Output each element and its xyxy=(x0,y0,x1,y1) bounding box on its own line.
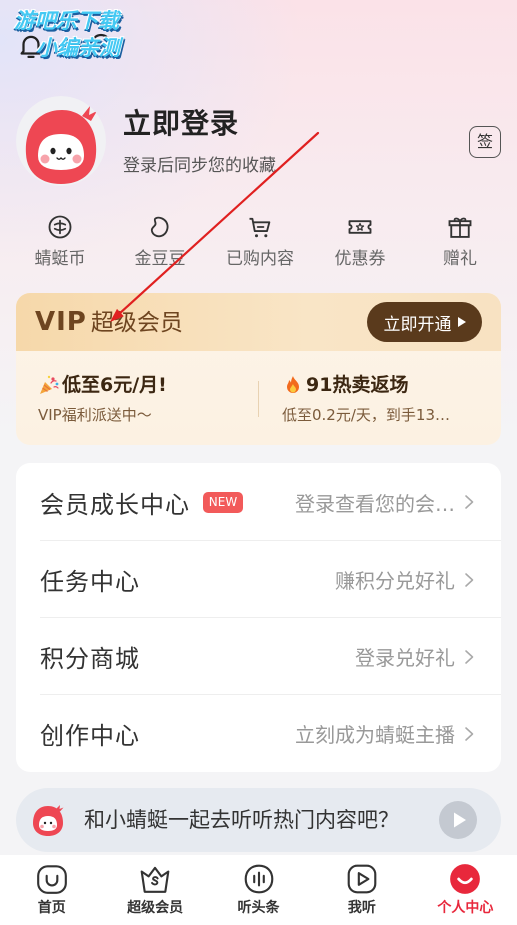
nav-label: 首页 xyxy=(37,900,66,916)
my-listen-icon xyxy=(347,864,377,894)
promo-divider xyxy=(258,381,259,417)
quick-link-purchased[interactable]: 已购内容 xyxy=(210,213,310,270)
chevron-right-icon xyxy=(465,726,474,741)
nav-profile[interactable]: 个人中心 xyxy=(414,855,517,925)
discover-banner[interactable]: 和小蜻蜓一起去听听热门内容吧？ xyxy=(16,788,501,852)
promo-desc: VIP福利派送中～ xyxy=(38,406,152,424)
profile-icon xyxy=(450,864,481,894)
promo-desc: 低至0.2元/天，到手13… xyxy=(282,406,450,424)
mascot-icon xyxy=(33,805,64,836)
vip-promo-monthly[interactable]: 低至6元/月! VIP福利派送中～ xyxy=(38,371,167,426)
new-badge: NEW xyxy=(203,491,243,513)
watermark-line-1: 游吧乐下载 xyxy=(14,9,119,33)
quick-link-label: 蜻蜓币 xyxy=(34,249,86,269)
promo-title: 91热卖返场 xyxy=(306,374,409,396)
nav-headlines[interactable]: 听头条 xyxy=(207,855,310,925)
nav-label: 听头条 xyxy=(237,900,280,916)
menu-hint: 登录兑好礼 xyxy=(355,646,455,670)
login-title[interactable]: 立即登录 xyxy=(123,104,239,144)
vip-open-label: 立即开通 xyxy=(383,314,452,335)
menu-label: 积分商城 xyxy=(40,645,140,673)
avatar[interactable] xyxy=(16,96,106,186)
menu-row-points-mall[interactable]: 积分商城 登录兑好礼 xyxy=(16,618,501,695)
mascot-avatar-icon xyxy=(16,96,106,186)
login-subtitle: 登录后同步您的收藏 xyxy=(123,156,276,176)
vip-crown-icon xyxy=(140,866,170,893)
promo-title-row: 91热卖返场 xyxy=(282,371,450,399)
menu-label: 创作中心 xyxy=(40,722,140,750)
play-button[interactable] xyxy=(439,801,477,839)
chevron-right-icon xyxy=(465,572,474,587)
quick-link-beans[interactable]: 金豆豆 xyxy=(110,213,210,270)
chevron-right-icon xyxy=(465,495,474,509)
quick-link-label: 优惠券 xyxy=(334,249,386,269)
nav-my-listen[interactable]: 我听 xyxy=(310,855,413,925)
gift-icon xyxy=(448,217,472,238)
nav-home[interactable]: 首页 xyxy=(0,855,103,925)
menu-card: 会员成长中心 NEW 登录查看您的会… 任务中心 赚积分兑好礼 积分商城 登录兑… xyxy=(16,463,501,772)
quick-links: 蜻蜓币 金豆豆 已购内容 优惠券 赠礼 xyxy=(10,213,510,270)
home-icon xyxy=(36,865,67,894)
quick-link-label: 金豆豆 xyxy=(134,249,186,269)
nav-label: 个人中心 xyxy=(437,900,494,916)
nav-super-vip[interactable]: 超级会员 xyxy=(103,855,206,925)
vip-card[interactable]: VIP 超级会员 立即开通 低至6元/月! VIP福利派送中～ 91热卖返场 低… xyxy=(16,293,501,445)
vip-badge: VIP xyxy=(35,307,87,337)
caret-right-icon xyxy=(457,317,466,327)
vip-header: VIP 超级会员 立即开通 xyxy=(16,293,501,351)
promo-title-row: 低至6元/月! xyxy=(38,371,167,399)
dragonfly-coin-icon xyxy=(48,215,72,239)
quick-link-coupons[interactable]: 优惠券 xyxy=(310,213,410,270)
menu-row-creator-center[interactable]: 创作中心 立刻成为蜻蜓主播 xyxy=(16,695,501,772)
menu-hint: 登录查看您的会… xyxy=(295,491,455,516)
quick-link-dragonfly-coin[interactable]: 蜻蜓币 xyxy=(10,213,110,270)
promo-title: 低至6元/月! xyxy=(62,374,167,396)
play-icon xyxy=(439,801,477,839)
nav-label: 超级会员 xyxy=(127,900,184,916)
menu-row-growth-center[interactable]: 会员成长中心 NEW 登录查看您的会… xyxy=(16,463,501,541)
chevron-right-icon xyxy=(465,649,474,664)
watermark-line-2: 小编亲测 xyxy=(36,36,120,60)
cart-icon xyxy=(249,217,271,238)
vip-title: 超级会员 xyxy=(90,310,183,336)
headline-icon xyxy=(244,864,273,894)
quick-link-label: 赠礼 xyxy=(443,249,477,269)
nav-label: 我听 xyxy=(347,900,376,916)
quick-link-label: 已购内容 xyxy=(226,249,294,269)
bottom-nav: 首页 超级会员 听头条 我听 个人中心 xyxy=(0,855,517,925)
menu-row-task-center[interactable]: 任务中心 赚积分兑好礼 xyxy=(16,541,501,618)
menu-label: 会员成长中心 xyxy=(40,490,190,519)
coupon-icon xyxy=(348,220,372,234)
vip-promo-hot-sale[interactable]: 91热卖返场 低至0.2元/天，到手13… xyxy=(282,371,450,426)
banner-text: 和小蜻蜓一起去听听热门内容吧？ xyxy=(84,808,399,832)
watermark: 游吧乐下载 小编亲测 xyxy=(14,8,120,62)
quick-link-gifts[interactable]: 赠礼 xyxy=(410,213,510,270)
menu-hint: 赚积分兑好礼 xyxy=(335,569,455,593)
menu-label: 任务中心 xyxy=(40,568,140,596)
bean-icon xyxy=(150,216,169,238)
fire-icon xyxy=(287,376,299,393)
party-popper-icon xyxy=(40,375,59,394)
vip-title-group: VIP 超级会员 xyxy=(35,303,183,344)
vip-open-button[interactable]: 立即开通 xyxy=(367,302,482,342)
menu-hint: 立刻成为蜻蜓主播 xyxy=(295,723,455,747)
sign-in-button[interactable]: 签 xyxy=(469,126,501,158)
